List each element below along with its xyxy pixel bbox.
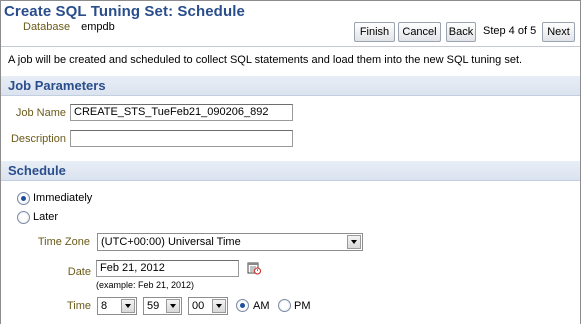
immediately-radio[interactable] (17, 192, 30, 205)
finish-button[interactable]: Finish (354, 22, 395, 42)
schedule-title: Schedule (8, 163, 66, 178)
chevron-down-icon[interactable] (212, 299, 226, 313)
minute-select[interactable]: 59 (143, 297, 182, 315)
time-zone-label: Time Zone (37, 236, 90, 248)
chevron-down-icon[interactable] (347, 235, 361, 249)
chevron-down-icon[interactable] (166, 299, 180, 313)
date-example-text: (example: Feb 21, 2012) (96, 280, 195, 290)
time-zone-select[interactable]: (UTC+00:00) Universal Time (97, 233, 363, 251)
job-parameters-title: Job Parameters (8, 78, 106, 93)
job-name-field[interactable]: CREATE_STS_TueFeb21_090206_892 (70, 104, 293, 121)
intro-text: A job will be created and scheduled to c… (8, 54, 523, 66)
pm-radio[interactable] (278, 299, 291, 312)
time-label: Time (66, 300, 91, 312)
database-label: Database (23, 21, 71, 33)
time-zone-value: (UTC+00:00) Universal Time (101, 236, 241, 248)
header-divider (1, 46, 580, 47)
later-radio[interactable] (17, 211, 30, 224)
minute-value: 59 (147, 300, 160, 312)
am-radio[interactable] (236, 299, 249, 312)
database-info: Database empdb (23, 21, 115, 33)
cancel-button[interactable]: Cancel (398, 22, 441, 42)
chevron-down-icon[interactable] (121, 299, 135, 313)
back-button[interactable]: Back (446, 22, 476, 42)
next-button[interactable]: Next (542, 22, 575, 42)
date-field[interactable]: Feb 21, 2012 (96, 260, 239, 277)
immediately-label[interactable]: Immediately (33, 192, 92, 204)
later-label[interactable]: Later (33, 211, 58, 223)
second-select[interactable]: 00 (188, 297, 228, 315)
description-label: Description (10, 133, 66, 145)
step-indicator: Step 4 of 5 (483, 25, 537, 37)
job-name-label: Job Name (15, 107, 66, 119)
second-value: 00 (192, 300, 205, 312)
hour-select[interactable]: 8 (97, 297, 137, 315)
description-field[interactable] (70, 130, 293, 147)
am-label[interactable]: AM (253, 300, 270, 312)
job-parameters-header: Job Parameters (1, 76, 580, 96)
date-label: Date (67, 266, 91, 278)
pm-label[interactable]: PM (294, 300, 311, 312)
schedule-header: Schedule (1, 161, 580, 181)
calendar-icon[interactable] (247, 261, 261, 275)
database-value: empdb (81, 21, 115, 33)
hour-value: 8 (101, 300, 108, 312)
page-title: Create SQL Tuning Set: Schedule (4, 3, 245, 20)
